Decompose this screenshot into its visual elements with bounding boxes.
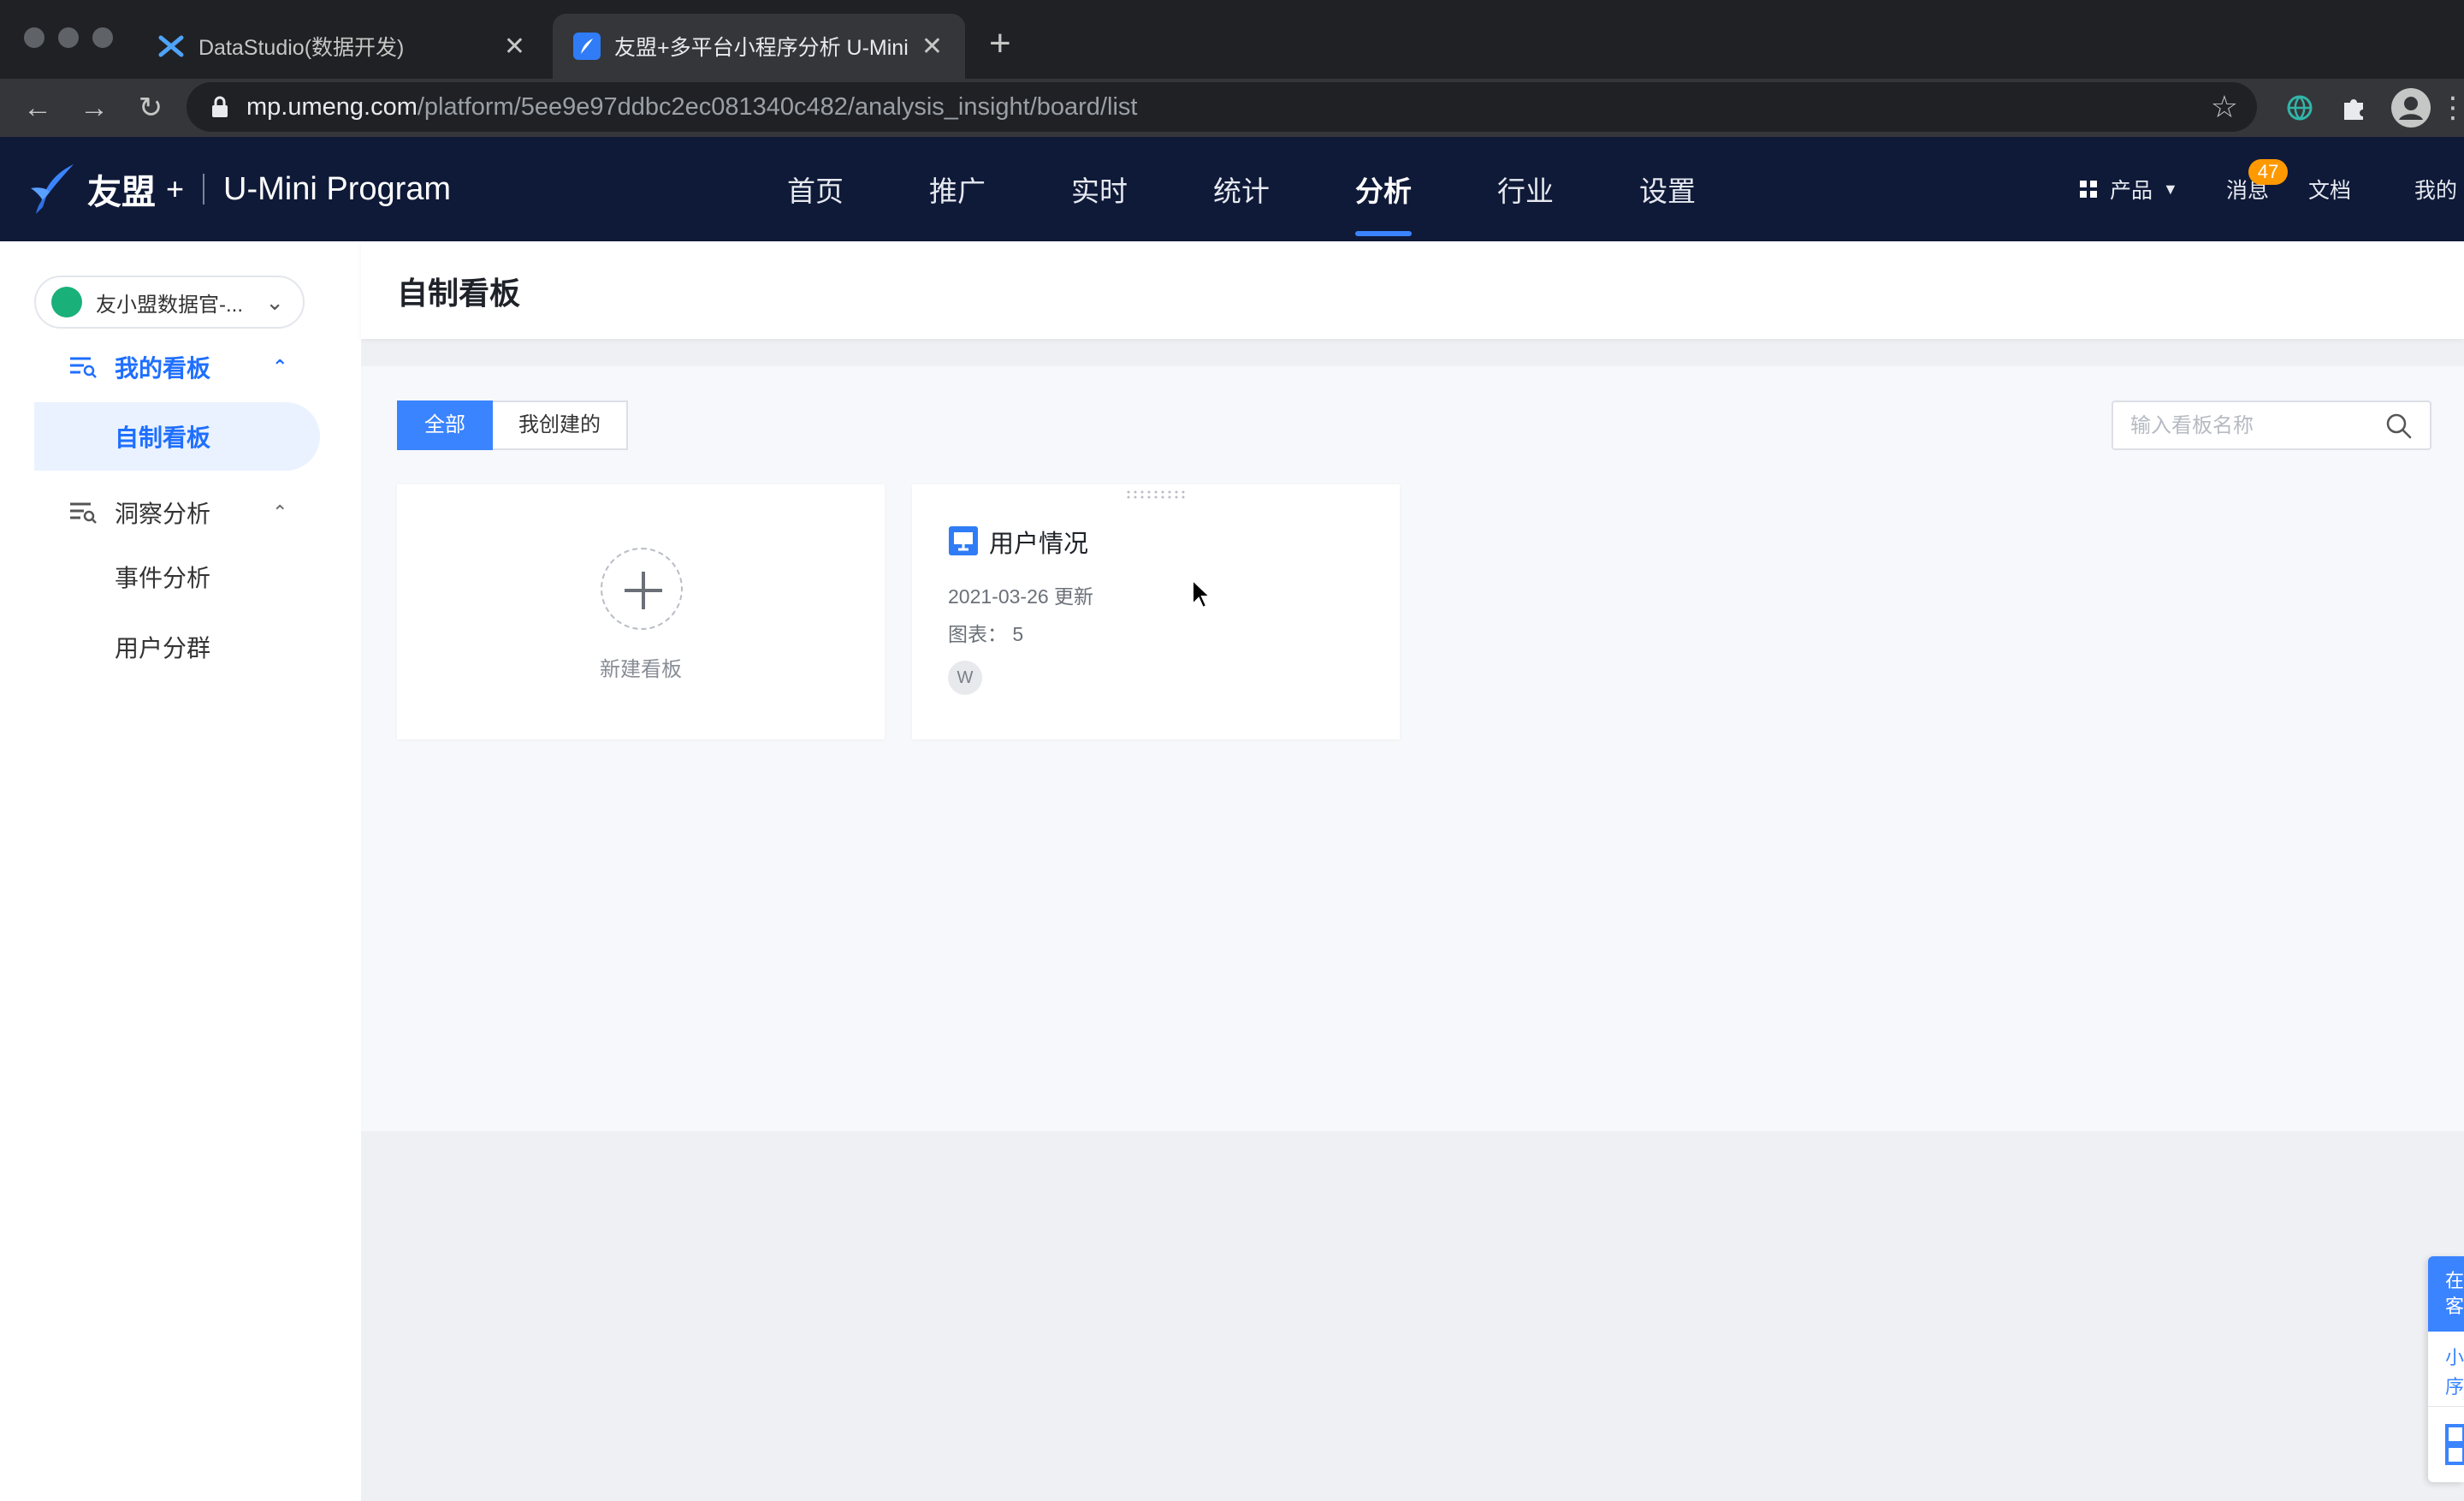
extension-globe-icon[interactable] [2283, 91, 2317, 125]
nav-realtime[interactable]: 实时 [1071, 137, 1128, 241]
url-host: mp.umeng.com [246, 93, 418, 121]
window-close-button[interactable] [24, 27, 44, 48]
datastudio-favicon-icon [157, 33, 185, 60]
online-service-button[interactable]: 在 客 [2428, 1256, 2464, 1332]
sidebar-item-user-segments[interactable]: 用户分群 [34, 613, 320, 681]
forward-arrow-icon[interactable]: → [75, 89, 113, 127]
filter-mine-button[interactable]: 我创建的 [493, 400, 628, 450]
tab-close-icon[interactable]: ✕ [504, 32, 525, 62]
grid-icon [2080, 181, 2097, 198]
tab-title: DataStudio(数据开发) [198, 36, 405, 60]
nav-settings[interactable]: 设置 [1639, 137, 1696, 241]
owner-avatar: W [948, 661, 982, 695]
brand-plus: + [166, 171, 185, 206]
browser-tab-datastudio[interactable]: DataStudio(数据开发) ✕ [137, 14, 548, 79]
plus-icon [601, 548, 683, 630]
screen: DataStudio(数据开发) ✕ 友盟+多平台小程序分析 U-Mini ✕ … [0, 0, 2464, 1501]
nav-home[interactable]: 首页 [787, 137, 844, 241]
messages-link[interactable]: 消息 [2226, 137, 2269, 241]
search-icon[interactable] [2385, 412, 2413, 440]
lock-icon [212, 96, 228, 117]
url-path: /platform/5ee9e97ddbc2ec081340c482/analy… [417, 93, 1138, 121]
board-search-input[interactable] [2130, 412, 2378, 440]
board-name[interactable]: 用户情况 [989, 524, 1088, 560]
group-label: 我的看板 [115, 355, 211, 382]
miniprogram-button[interactable]: 小 序 [2428, 1332, 2464, 1407]
board-list-icon [70, 357, 97, 378]
top-nav: 首页 推广 实时 统计 分析 行业 设置 [787, 137, 1781, 241]
chevron-down-icon: ⌄ [265, 289, 284, 315]
browser-tab-strip: DataStudio(数据开发) ✕ 友盟+多平台小程序分析 U-Mini ✕ … [0, 0, 2464, 79]
miniapp-logo-icon [51, 287, 82, 317]
app-selector[interactable]: 友小盟数据官-... ⌄ [34, 276, 305, 329]
sidebar-item-custom-boards[interactable]: 自制看板 [34, 402, 320, 471]
chevron-up-icon: ⌃ [272, 356, 288, 377]
drag-handle-icon[interactable] [1126, 489, 1186, 500]
umeng-logo-icon [31, 164, 74, 214]
window-zoom-button[interactable] [92, 27, 113, 48]
brand-divider [203, 174, 205, 205]
browser-menu-icon[interactable]: ⋮ [2438, 89, 2464, 127]
sidebar-group-insight[interactable]: 洞察分析 ⌃ [0, 483, 361, 543]
dashboard-icon [949, 526, 978, 555]
board-list-panel: 全部 我创建的 新建看板 [361, 366, 2464, 1131]
docs-link[interactable]: 文档 [2308, 137, 2351, 241]
nav-analysis[interactable]: 分析 [1355, 137, 1412, 241]
insight-list-icon [70, 502, 97, 524]
app-header: 友盟 + U-Mini Program 首页 推广 实时 统计 分析 行业 设置… [0, 137, 2464, 241]
brand[interactable]: 友盟 + U-Mini Program [27, 163, 451, 216]
sidebar-group-my-boards[interactable]: 我的看板 ⌃ [0, 337, 361, 397]
filter-all-button[interactable]: 全部 [397, 400, 493, 450]
reload-icon[interactable]: ↻ [132, 89, 169, 127]
umeng-favicon-icon [573, 33, 601, 60]
board-chart-count: 图表： 5 [948, 623, 1024, 645]
products-label: 产品 [2110, 179, 2153, 203]
mine-link[interactable]: 我的 [2414, 137, 2457, 241]
board-search [2112, 400, 2431, 450]
group-label: 洞察分析 [115, 501, 211, 527]
products-menu[interactable]: 产品 ▼ [2079, 137, 2178, 241]
floating-service-widget: 在 客 小 序 [2428, 1256, 2464, 1482]
browser-toolbar: ← → ↻ mp.umeng.com/platform/5ee9e97ddbc2… [0, 79, 2464, 137]
sidebar: 友小盟数据官-... ⌄ 我的看板 ⌃ 自制看板 洞察分析 ⌃ 事件分析 用户分… [0, 241, 361, 1501]
message-count-badge: 47 [2248, 159, 2288, 185]
new-tab-plus-icon[interactable]: + [989, 22, 1011, 65]
page-title: 自制看板 [397, 276, 521, 311]
filter-segment: 全部 我创建的 [397, 400, 628, 450]
brand-name: 友盟 [87, 174, 156, 211]
page-header: 自制看板 [361, 241, 2464, 339]
address-bar[interactable]: mp.umeng.com/platform/5ee9e97ddbc2ec0813… [187, 82, 2257, 132]
chevron-up-icon: ⌃ [272, 501, 288, 523]
browser-tab-umeng[interactable]: 友盟+多平台小程序分析 U-Mini ✕ [553, 14, 965, 79]
nav-statistics[interactable]: 统计 [1213, 137, 1270, 241]
profile-avatar-icon[interactable] [2390, 87, 2431, 128]
qr-code-icon[interactable] [2445, 1424, 2464, 1465]
nav-industry[interactable]: 行业 [1497, 137, 1554, 241]
bookmark-star-icon[interactable]: ☆ [2211, 89, 2238, 125]
board-updated: 2021-03-26 更新 [948, 585, 1094, 608]
new-board-card[interactable]: 新建看板 [397, 484, 885, 739]
mouse-cursor-icon [1192, 578, 1211, 609]
window-minimize-button[interactable] [58, 27, 79, 48]
new-board-label: 新建看板 [600, 658, 682, 681]
app-name: 友小盟数据官-... [96, 293, 243, 317]
back-arrow-icon[interactable]: ← [19, 89, 56, 127]
sidebar-item-event-analysis[interactable]: 事件分析 [34, 543, 320, 611]
board-card[interactable]: 用户情况 2021-03-26 更新 图表： 5 W [912, 484, 1400, 739]
product-name: U-Mini Program [223, 170, 452, 207]
extensions-puzzle-icon[interactable] [2337, 91, 2372, 125]
caret-down-icon: ▼ [2163, 180, 2178, 198]
url-text: mp.umeng.com/platform/5ee9e97ddbc2ec0813… [246, 93, 1137, 122]
tab-title: 友盟+多平台小程序分析 U-Mini [614, 36, 909, 60]
nav-promotion[interactable]: 推广 [929, 137, 986, 241]
tab-close-icon[interactable]: ✕ [921, 32, 943, 62]
